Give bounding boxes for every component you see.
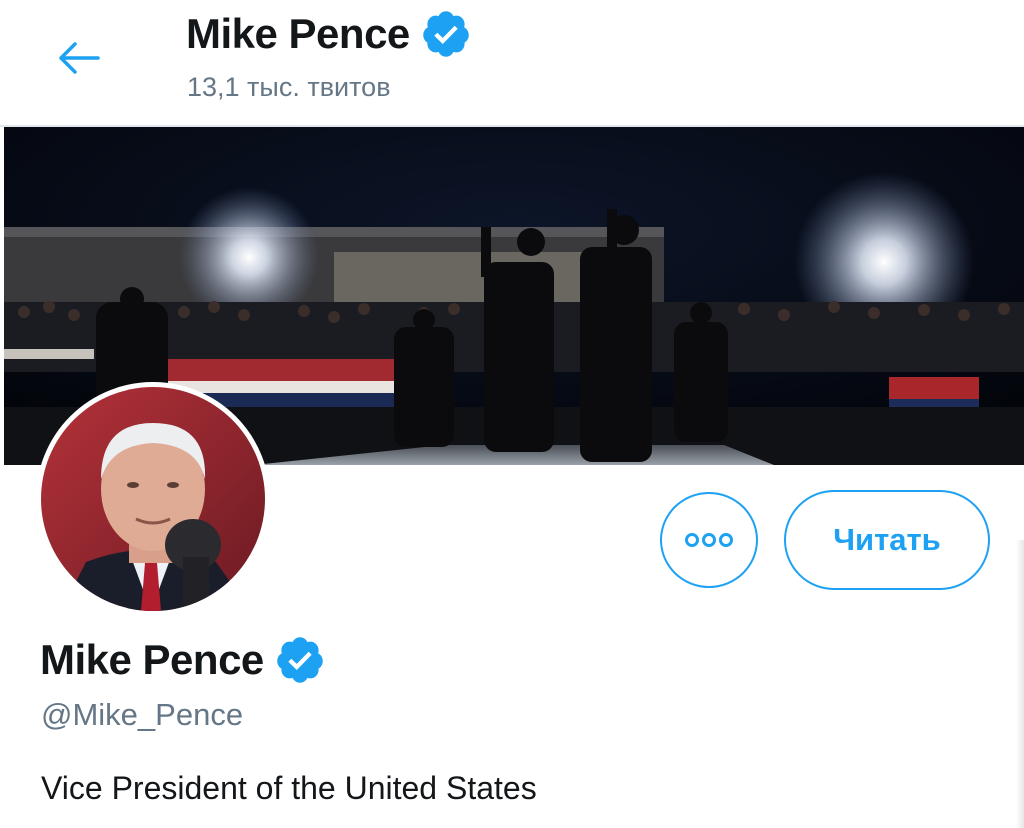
more-options-button[interactable]	[660, 492, 758, 588]
tweet-count: 13,1 тыс. твитов	[187, 72, 391, 102]
verified-badge-icon	[420, 8, 472, 60]
profile-bio: Vice President of the United States	[41, 770, 537, 806]
profile-avatar[interactable]	[36, 382, 270, 616]
profile-handle: @Mike_Pence	[41, 697, 244, 732]
follow-button[interactable]: Читать	[784, 490, 990, 590]
header-title-row: Mike Pence	[186, 6, 472, 62]
arrow-left-icon	[59, 42, 100, 74]
header-title: Mike Pence	[186, 10, 410, 57]
profile-name-row: Mike Pence	[40, 630, 326, 690]
top-app-bar: Mike Pence 13,1 тыс. твитов	[0, 0, 1024, 127]
profile-name: Mike Pence	[40, 636, 264, 683]
verified-badge-icon	[274, 634, 326, 686]
avatar-image	[41, 387, 265, 611]
more-options-icon	[685, 533, 733, 547]
back-button[interactable]	[50, 36, 106, 80]
scrollbar[interactable]	[1016, 540, 1024, 828]
profile-screen: Mike Pence 13,1 тыс. твитов Читать Mike …	[0, 0, 1024, 828]
